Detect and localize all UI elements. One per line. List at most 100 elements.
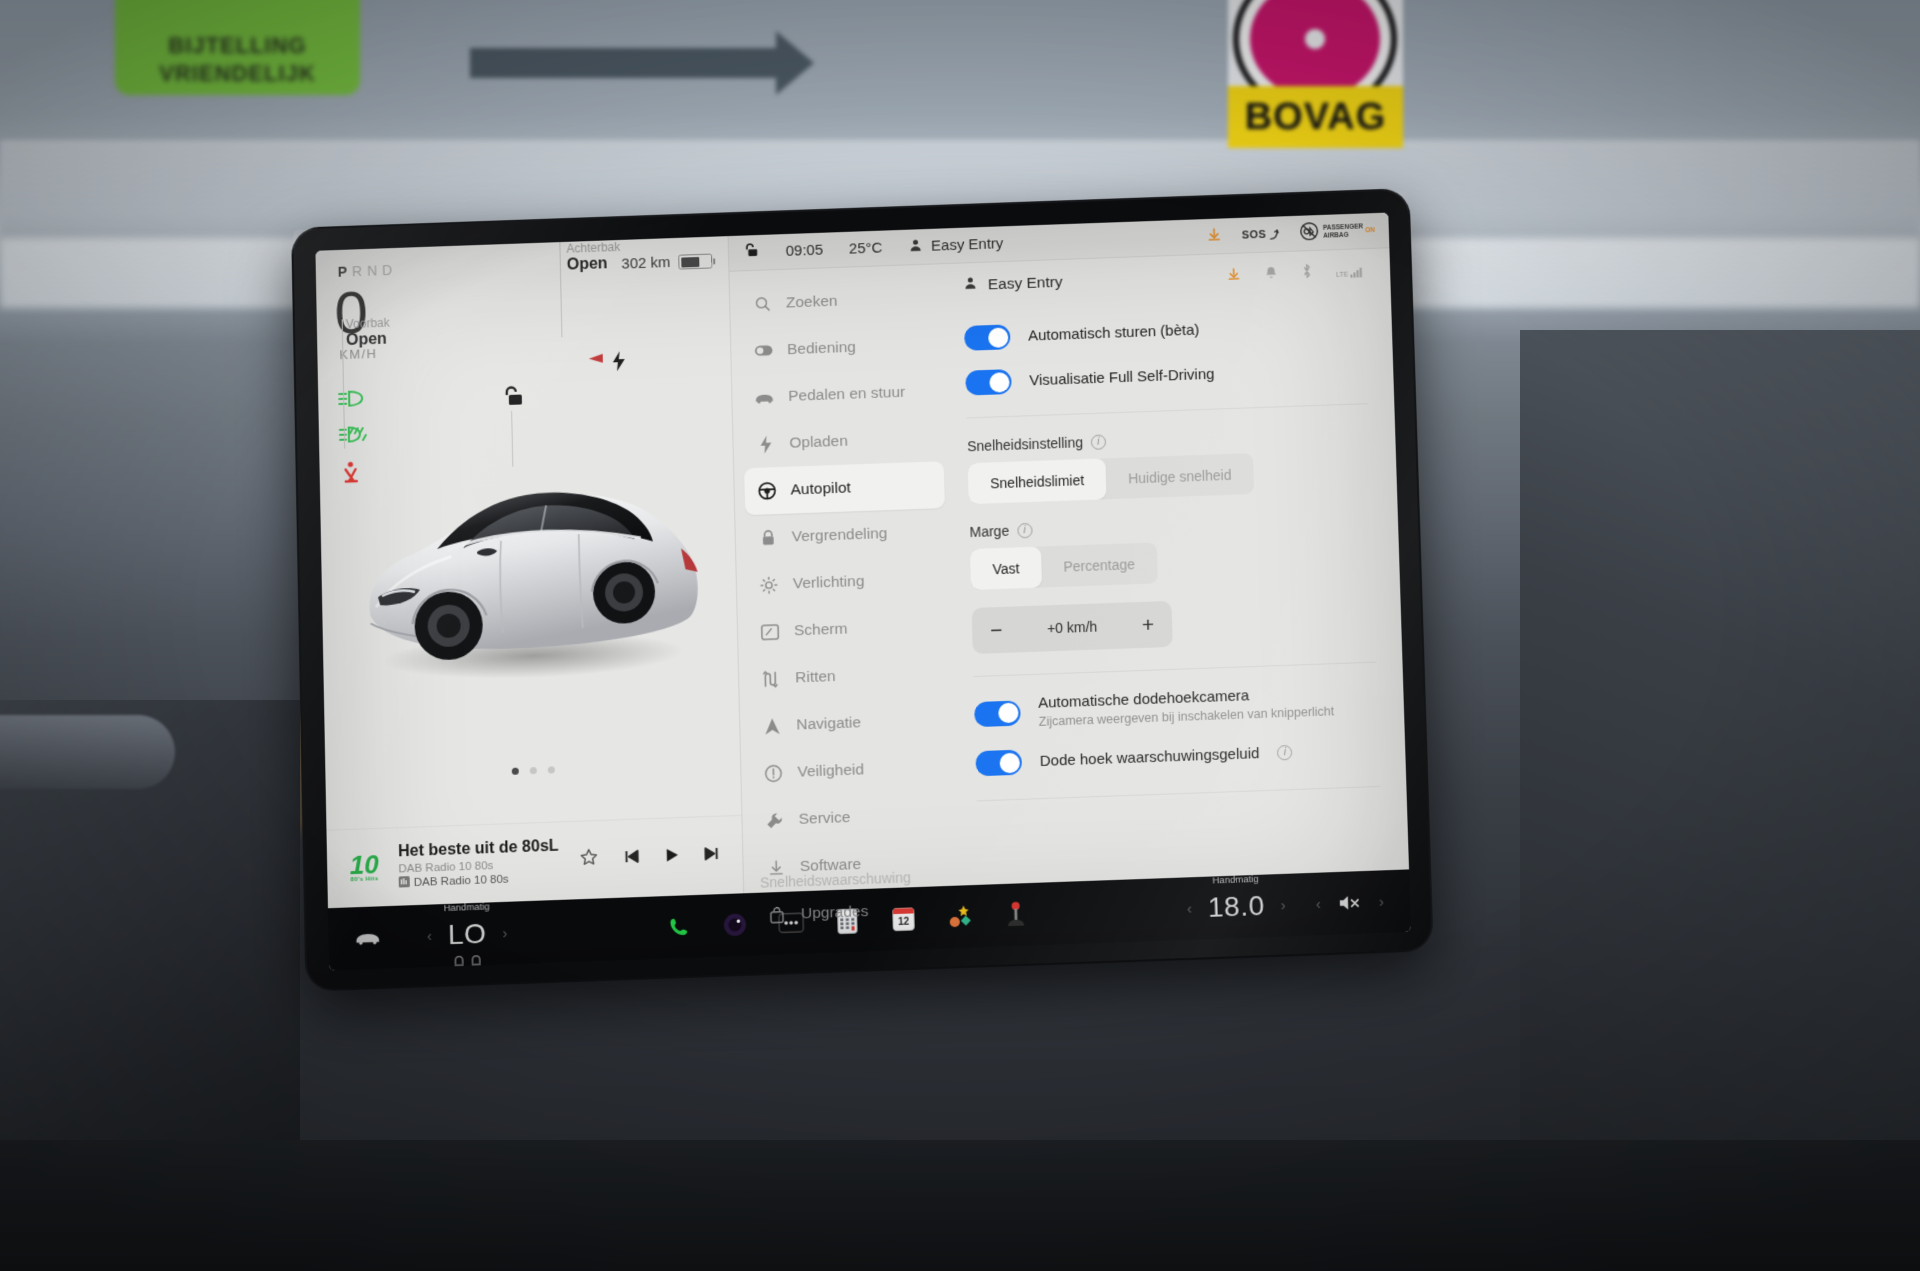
wrench-icon: [764, 811, 784, 830]
sidebar-item-verlichting[interactable]: Verlichting: [746, 555, 947, 609]
callout-achterbak-title: Achterbak: [566, 239, 621, 256]
margin-stepper[interactable]: − +0 km/h +: [971, 600, 1173, 655]
sidebar-item-scherm[interactable]: Scherm: [747, 602, 948, 656]
chevron-left-icon[interactable]: ‹: [1315, 895, 1321, 912]
chevron-right-icon[interactable]: ›: [1280, 897, 1286, 914]
airbag-line-2: AIRBAG: [1323, 231, 1349, 240]
bag-icon: [767, 905, 788, 924]
next-track-icon[interactable]: [703, 843, 723, 868]
bolt-icon: [755, 434, 775, 454]
volume-mute-icon[interactable]: [1336, 889, 1363, 916]
toggle-label: Dode hoek waarschuwingsgeluid: [1039, 745, 1260, 771]
toggle-row-automatisch-sturen[interactable]: Automatisch sturen (bèta): [964, 312, 1366, 351]
sidebar-item-zoeken[interactable]: Zoeken: [740, 274, 940, 328]
seat-heater-icons[interactable]: [454, 955, 482, 966]
callout-voorbak-status: Open: [345, 330, 387, 350]
passenger-climate-control[interactable]: ‹ Handmatig 18.0 ›: [1186, 874, 1286, 925]
sidebar-item-label: Autopilot: [790, 478, 852, 499]
media-text: Het beste uit de 80sL DAB Radio 10 80s D…: [398, 837, 568, 890]
status-badge: PASSENGER AIRBAG ON: [1299, 219, 1375, 245]
info-icon[interactable]: i: [1016, 522, 1033, 538]
driver-temperature[interactable]: Handmatig LO: [444, 901, 490, 952]
sidebar-item-pedalen-en-stuur[interactable]: Pedalen en stuur: [742, 368, 943, 422]
phone-icon[interactable]: [665, 913, 692, 940]
sidebar-item-label: Upgrades: [800, 902, 869, 922]
joystick-icon[interactable]: [1002, 901, 1029, 928]
chevron-right-icon[interactable]: ›: [502, 924, 507, 941]
play-icon[interactable]: [662, 845, 682, 870]
download-arrow-icon[interactable]: [1226, 266, 1241, 286]
segment-percentage[interactable]: Percentage: [1041, 542, 1158, 587]
media-icon[interactable]: [722, 911, 749, 938]
stepper-decrease-button[interactable]: −: [990, 618, 1003, 641]
info-icon[interactable]: i: [1277, 744, 1293, 761]
sidebar-item-label: Bediening: [786, 338, 857, 358]
sidebar-item-ritten[interactable]: Ritten: [749, 649, 950, 703]
charge-port-indicator: [589, 354, 603, 363]
toggle-dode-hoek-geluid[interactable]: [975, 749, 1023, 777]
toggle-dodehoekcamera[interactable]: [974, 699, 1021, 727]
download-arrow-icon[interactable]: [1207, 226, 1223, 246]
settings-menu: Zoeken Bediening Pedalen en stuur Oplade…: [729, 264, 962, 893]
stepper-increase-button[interactable]: +: [1142, 613, 1155, 636]
callout-achterbak: Achterbak Open: [566, 240, 621, 275]
chevron-left-icon[interactable]: ‹: [1187, 900, 1193, 917]
sidebar-item-service[interactable]: Service: [752, 790, 954, 844]
callout-leader-achterbak: [559, 242, 563, 338]
sidebar-item-navigatie[interactable]: Navigatie: [750, 696, 951, 750]
car-visualization[interactable]: Achterbak Open Voorbak Open: [315, 236, 741, 830]
speed-setting-label-row: Snelheidsinstelling i: [967, 424, 1369, 454]
page-dot-3[interactable]: [547, 766, 555, 774]
status-temperature: 25°C: [848, 239, 883, 258]
settings-body: Zoeken Bediening Pedalen en stuur Oplade…: [729, 248, 1409, 893]
sidebar-item-bediening[interactable]: Bediening: [741, 321, 941, 375]
page-dots[interactable]: [325, 760, 740, 782]
toggle-automatisch-sturen[interactable]: [964, 324, 1011, 351]
display-icon: [760, 623, 780, 640]
lte-signal-icon: LTE: [1336, 266, 1365, 278]
sidebar-item-label: Ritten: [794, 667, 836, 686]
sos-button[interactable]: SOS: [1242, 228, 1280, 241]
toggle-visualisatie-fsd[interactable]: [965, 369, 1012, 396]
favorite-star-icon[interactable]: [579, 847, 600, 873]
sidebar-item-label: Pedalen en stuur: [788, 383, 906, 405]
bell-icon[interactable]: [1264, 265, 1278, 285]
driver-climate-value: LO: [447, 917, 487, 951]
sidebar-item-opladen[interactable]: Opladen: [743, 414, 944, 468]
page-dot-1[interactable]: [511, 767, 519, 775]
status-profile[interactable]: Easy Entry: [908, 234, 1004, 257]
page-dot-2[interactable]: [529, 766, 537, 775]
previous-track-icon[interactable]: [621, 846, 641, 871]
bovag-logo: BOVAG: [1228, 0, 1403, 148]
driver-climate-control[interactable]: ‹ Handmatig LO ›: [427, 901, 508, 952]
toggle-row-dodehoekcamera[interactable]: Automatische dodehoekcamera Zijcamera we…: [974, 683, 1378, 732]
car-icon[interactable]: [354, 924, 381, 951]
toggle-row-dode-hoek-geluid[interactable]: Dode hoek waarschuwingsgeluid i: [975, 737, 1379, 777]
driver-climate-mode: Handmatig: [443, 901, 490, 915]
callout-leader-voorbak: [341, 319, 346, 449]
bluetooth-icon[interactable]: [1301, 263, 1313, 284]
segment-vast[interactable]: Vast: [969, 546, 1043, 591]
margin-segmented-control[interactable]: Vast Percentage: [969, 542, 1158, 591]
segment-snelheidslimiet[interactable]: Snelheidslimiet: [967, 458, 1107, 505]
status-lock-icon[interactable]: [743, 242, 758, 263]
chevron-left-icon[interactable]: ‹: [427, 927, 432, 944]
sidebar-item-autopilot[interactable]: Autopilot: [744, 461, 945, 516]
callout-voorbak-title: Voorbak: [345, 315, 390, 332]
info-icon[interactable]: i: [1090, 433, 1107, 450]
toggle-row-visualisatie-fsd[interactable]: Visualisatie Full Self-Driving: [965, 356, 1367, 396]
driver-panel: PRND 0 KM/H 302 km Achterbak Open Voorba…: [315, 236, 745, 909]
seat-heater-icon: [471, 955, 482, 965]
sidebar-item-veiligheid[interactable]: Veiligheid: [751, 743, 952, 797]
media-player[interactable]: 10 80's Hits Het beste uit de 80sL DAB R…: [326, 814, 744, 909]
unlocked-padlock-icon: [501, 385, 524, 415]
passenger-temperature[interactable]: Handmatig 18.0: [1207, 874, 1265, 924]
status-time: 09:05: [785, 241, 824, 260]
chevron-right-icon[interactable]: ›: [1379, 893, 1385, 910]
sidebar-item-vergrendeling[interactable]: Vergrendeling: [745, 508, 946, 562]
toggle-label: Visualisatie Full Self-Driving: [1029, 365, 1215, 390]
segment-huidige-snelheid[interactable]: Huidige snelheid: [1106, 453, 1254, 499]
speed-setting-segmented-control[interactable]: Snelheidslimiet Huidige snelheid: [967, 453, 1254, 505]
sidebar-item-upgrades[interactable]: Upgrades: [754, 885, 956, 940]
settings-panel: 09:05 25°C Easy Entry SOS PASSENGER AIRB…: [728, 212, 1410, 894]
